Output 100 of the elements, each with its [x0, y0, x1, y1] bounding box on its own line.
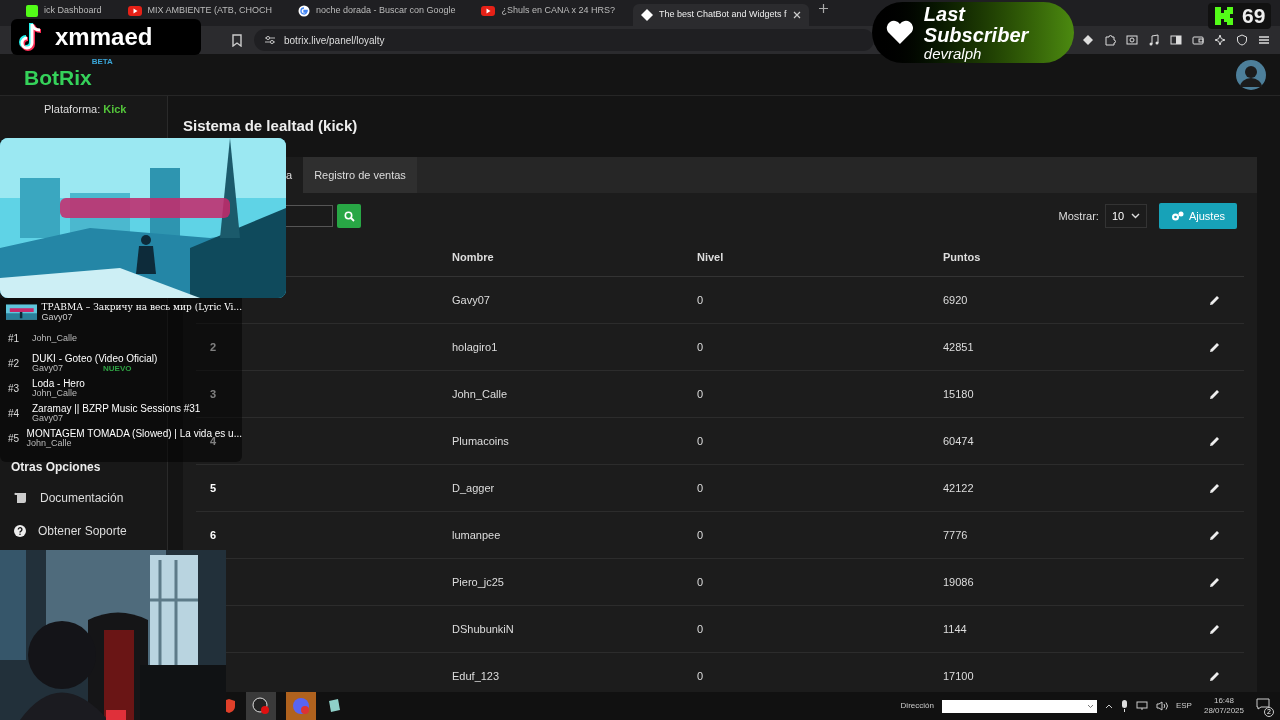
new-tab-icon[interactable]	[818, 4, 828, 13]
queue-rank: #4	[8, 407, 21, 421]
queue-rank: #3	[8, 382, 21, 396]
browser-tab[interactable]: ¿Shuls en CANA x 24 HRS?	[473, 4, 624, 18]
browser-tab[interactable]: noche dorada - Buscar con Google	[289, 4, 464, 18]
table-cell: 19086	[943, 575, 974, 588]
music-icon[interactable]	[1148, 34, 1160, 46]
table-cell: Piero_jc25	[452, 575, 504, 588]
avatar[interactable]	[1236, 59, 1266, 90]
table-cell: 0	[697, 528, 704, 541]
screenshot-icon[interactable]	[1126, 34, 1138, 46]
table-cell: 6	[210, 528, 217, 541]
table-cell: DShubunkiN	[452, 622, 514, 635]
puzzle-icon[interactable]	[1104, 34, 1116, 46]
help-icon	[14, 525, 26, 537]
search-button[interactable]	[337, 204, 361, 228]
edit-icon[interactable]	[1208, 576, 1220, 588]
play-icon	[127, 6, 142, 16]
play-icon	[481, 6, 496, 16]
address-label: Dirección	[900, 700, 934, 712]
song-requester: Gavy07	[32, 414, 64, 424]
site-settings-icon[interactable]	[264, 35, 276, 45]
menu-icon[interactable]	[1258, 34, 1270, 46]
browser-tab[interactable]: The best ChatBot and Widgets f	[633, 4, 809, 26]
table-cell: 17100	[943, 669, 974, 682]
edit-icon[interactable]	[1208, 482, 1220, 494]
table-cell: holagiro1	[452, 340, 498, 353]
show-label: Mostrar:	[1058, 208, 1099, 224]
browser-tab[interactable]: ick Dashboard	[18, 4, 110, 18]
address-field[interactable]	[941, 699, 1097, 713]
speaker-icon[interactable]	[1155, 701, 1168, 711]
logo-text: BotRix	[24, 64, 92, 91]
search-field[interactable]	[283, 205, 333, 227]
microphone-icon[interactable]	[1120, 700, 1128, 712]
close-icon[interactable]	[792, 11, 801, 19]
scroll-icon	[14, 492, 28, 504]
address-bar[interactable]: botrix.live/panel/loyalty	[254, 29, 874, 51]
edit-icon[interactable]	[1208, 435, 1220, 447]
table-cell: 5	[210, 481, 217, 494]
network-icon[interactable]	[1135, 701, 1148, 711]
tab[interactable]: a	[286, 157, 304, 193]
url-text: botrix.live/panel/loyalty	[284, 33, 385, 48]
record-icon	[252, 697, 270, 715]
song-requester: John_Calle	[26, 439, 72, 449]
edit-icon[interactable]	[1208, 341, 1220, 353]
table-cell: 0	[697, 669, 704, 682]
edit-icon[interactable]	[1208, 623, 1220, 635]
shield-icon[interactable]	[1236, 34, 1248, 46]
column-header: Puntos	[943, 250, 982, 266]
platform-name: Kick	[103, 102, 127, 117]
song-requester: Gavy07	[41, 312, 74, 323]
new-label: NUEVO	[103, 364, 132, 374]
alert-title: Last Subscriber	[923, 3, 1030, 46]
google-icon	[297, 5, 310, 17]
table-cell: 0	[697, 387, 704, 400]
edit-icon[interactable]	[1208, 670, 1220, 682]
song-title: ТРАВМА – Закричу на весь мир (Lyric Vi...	[41, 301, 242, 312]
page-size-select[interactable]: 10	[1104, 204, 1147, 228]
table-cell: 0	[697, 340, 704, 353]
song-requester: John_Calle	[32, 389, 78, 399]
chat-app-icon	[292, 697, 310, 715]
table-cell: 0	[697, 434, 704, 447]
browser-tab[interactable]: MIX AMBIENTE (ATB, CHOCH	[119, 4, 280, 18]
song-title: Loda - Hero	[32, 378, 85, 390]
table-cell: 2	[210, 340, 217, 353]
heart-icon	[886, 20, 914, 45]
table-cell: 3	[210, 387, 217, 400]
table-cell: 7776	[943, 528, 968, 541]
search-icon	[343, 210, 355, 222]
sparkle-icon[interactable]	[1214, 34, 1226, 46]
wallet-icon[interactable]	[1192, 34, 1204, 46]
sidebar-item[interactable]: Documentación	[0, 481, 167, 515]
caret-up-icon[interactable]	[1104, 703, 1113, 709]
edit-icon[interactable]	[1208, 294, 1220, 306]
table-cell: lumanpee	[452, 528, 501, 541]
sidebar-item[interactable]: Obtener Soporte	[0, 514, 167, 548]
chevron-icon	[1130, 213, 1140, 219]
tab[interactable]: Registro de ventas	[303, 157, 417, 193]
language-indicator[interactable]: ESP	[1175, 700, 1192, 712]
song-title: Zaramay || BZRP Music Sessions #31	[32, 403, 201, 415]
queue-rank: #2	[8, 357, 21, 371]
notepad-icon[interactable]	[326, 698, 342, 714]
gears-icon	[1170, 210, 1184, 222]
table-cell: John_Calle	[452, 387, 508, 400]
edit-icon[interactable]	[1208, 388, 1220, 400]
edit-icon[interactable]	[1208, 529, 1220, 541]
sidebar-icon[interactable]	[1170, 34, 1182, 46]
table-cell: 0	[697, 622, 704, 635]
table-cell: 0	[697, 481, 704, 494]
extension-icon[interactable]	[1082, 34, 1094, 46]
bookmark-icon[interactable]	[232, 33, 242, 47]
diamond-icon	[641, 9, 654, 21]
song-title: DUKI - Goteo (Video Oficial)	[32, 353, 158, 365]
clock[interactable]: 16:48 28/07/2025	[1199, 696, 1248, 716]
table-cell: 42851	[943, 340, 974, 353]
table-cell: Plumacoins	[452, 434, 509, 447]
table-cell: Gavy07	[452, 293, 490, 306]
table-cell: 15180	[943, 387, 974, 400]
taskbar-app[interactable]	[246, 692, 276, 720]
platform-label: Plataforma:	[44, 102, 101, 117]
